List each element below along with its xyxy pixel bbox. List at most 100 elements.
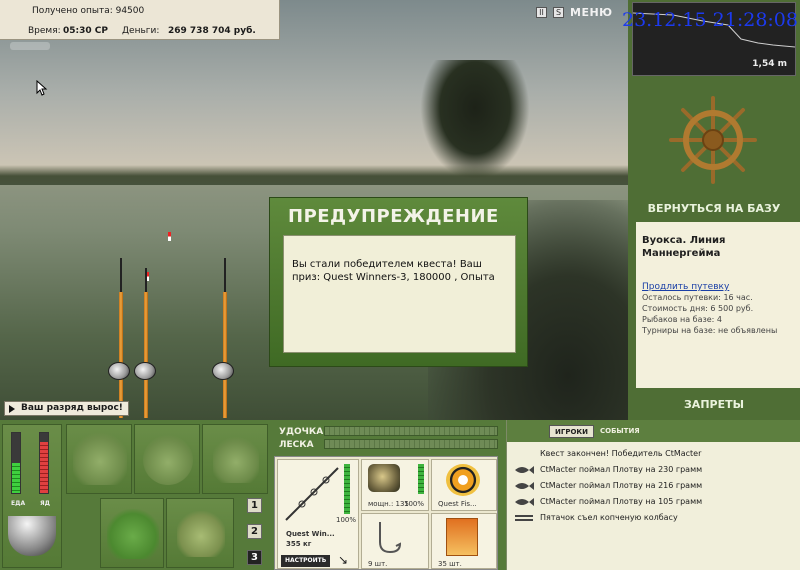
permit-remaining: Осталось путевки: 16 час.	[642, 293, 753, 302]
fish-icon	[515, 482, 534, 490]
poison-label: ЯД	[40, 500, 50, 507]
inventory-page-3[interactable]: 3	[247, 550, 262, 565]
bucket-slot[interactable]	[166, 498, 234, 568]
warning-dialog[interactable]: ПРЕДУПРЕЖДЕНИЕ Вы стали победителем квес…	[269, 197, 528, 367]
location-name: Вуокса. Линия Маннергейма	[642, 235, 726, 259]
island-tree	[420, 60, 530, 180]
watermark-logo	[10, 42, 50, 50]
rod-strength-bar	[324, 426, 498, 436]
event-text: CtMacter поймал Плотву на 105 грамм	[540, 497, 703, 506]
rank-up-badge[interactable]: Ваш разряд вырос!	[4, 401, 129, 416]
rod-icon	[285, 467, 339, 521]
food-meter	[11, 432, 21, 494]
pause-icon[interactable]: II	[536, 6, 547, 18]
event-row: Квест закончен! Победитель CtMacter	[513, 447, 797, 461]
chat-tabs: ИГРОКИ СОБЫТИЯ	[507, 420, 800, 442]
rod-2-tip	[145, 268, 147, 294]
rod-3[interactable]	[223, 292, 227, 418]
map-slot[interactable]	[202, 424, 268, 494]
fork-knife-icon	[515, 515, 533, 521]
rod-1-reel[interactable]	[108, 362, 130, 380]
rod-3-tip	[224, 258, 226, 294]
rod-1-tip	[120, 258, 122, 294]
rod-percent: 100%	[336, 516, 357, 524]
inventory-page-1[interactable]: 1	[247, 498, 262, 513]
money-label: Деньги:	[122, 26, 160, 36]
event-text: Квест закончен! Победитель CtMacter	[540, 449, 702, 458]
hook-icon	[379, 522, 402, 554]
event-text: Пятачок съел копченую колбасу	[540, 513, 678, 522]
timestamp-overlay: 23.12.15 21:28:08	[622, 9, 798, 31]
rod-2[interactable]	[144, 292, 148, 418]
food-basket-slot[interactable]	[100, 498, 164, 568]
dialog-body: Вы стали победителем квеста! Ваш приз: Q…	[283, 235, 516, 353]
sound-icon[interactable]: S	[553, 6, 564, 18]
reel-icon	[368, 464, 400, 492]
top-icons: II S МЕНЮ	[536, 4, 613, 20]
menu-label: МЕНЮ	[570, 5, 613, 19]
reel-percent: 100%	[404, 500, 425, 508]
money-value: 269 738 704 руб.	[168, 26, 256, 36]
rod-3-reel[interactable]	[212, 362, 234, 380]
tackle-box-slot[interactable]	[66, 424, 132, 494]
event-row: CtMacter поймал Плотву на 230 грамм	[513, 463, 797, 477]
far-shore-treeline	[0, 165, 628, 185]
menu-button[interactable]: МЕНЮ	[570, 6, 613, 19]
poison-meter-fill	[40, 442, 48, 493]
poison-meter	[39, 432, 49, 494]
event-row: CtMacter поймал Плотву на 216 грамм	[513, 479, 797, 493]
bans-button[interactable]: ЗАПРЕТЫ	[628, 398, 800, 411]
bait-bag-slot[interactable]	[134, 424, 200, 494]
time-label: Время:	[28, 26, 61, 36]
base-info-box: Вуокса. Линия Маннергейма Продлить путев…	[636, 222, 800, 388]
line-strength-label: ЛЕСКА	[279, 440, 314, 450]
tackle-setup-panel: 100% Quest Win... 355 кг НАСТРОИТЬ ↘ мощ…	[274, 456, 498, 570]
bait-bag-icon	[143, 435, 193, 485]
line-cell[interactable]: Quest Fis...	[431, 459, 497, 511]
events-panel: ИГРОКИ СОБЫТИЯ Квест закончен! Победител…	[506, 420, 800, 570]
food-pot-icon[interactable]	[8, 516, 56, 556]
event-text: CtMacter поймал Плотву на 216 грамм	[540, 481, 703, 490]
line-name: Quest Fis...	[438, 500, 477, 508]
rod-condition-bar	[344, 464, 350, 514]
reel-cell[interactable]: мощн.: 135 100%	[361, 459, 429, 511]
event-row: Пятачок съел копченую колбасу	[513, 511, 797, 525]
setup-button[interactable]: НАСТРОИТЬ	[281, 555, 331, 567]
ship-wheel-icon[interactable]	[668, 95, 758, 185]
bait-count: 35 шт.	[438, 560, 462, 568]
bait-pack-icon	[446, 518, 478, 556]
food-meter-fill	[12, 463, 20, 493]
tournaments-status: Турниры на базе: не объявлены	[642, 326, 778, 335]
anglers-count: Рыбаков на базе: 4	[642, 315, 722, 324]
rod-weight: 355 кг	[286, 540, 312, 548]
dialog-title: ПРЕДУПРЕЖДЕНИЕ	[288, 206, 499, 227]
line-strength-bar	[324, 439, 498, 449]
fish-icon	[515, 466, 534, 474]
return-to-base-button[interactable]: ВЕРНУТЬСЯ НА БАЗУ	[628, 202, 800, 215]
time-value: 05:30 СР	[63, 26, 108, 36]
experience-text: Получено опыта: 94500	[32, 6, 145, 16]
event-text: CtMacter поймал Плотву на 230 грамм	[540, 465, 703, 474]
float-1[interactable]	[168, 232, 171, 241]
extend-permit-link[interactable]: Продлить путевку	[642, 282, 794, 292]
inventory-page-2[interactable]: 2	[247, 524, 262, 539]
bait-cell[interactable]: 35 шт.	[431, 513, 497, 569]
tab-players[interactable]: ИГРОКИ	[549, 425, 594, 438]
rod-strength-label: УДОЧКА	[279, 427, 324, 437]
line-spool-icon	[446, 464, 480, 496]
rod-cell[interactable]: 100% Quest Win... 355 кг НАСТРОИТЬ ↘	[277, 459, 359, 569]
tackle-bag-icon	[73, 433, 127, 485]
player-stats-panel: Получено опыта: 94500 Время: 05:30 СР Де…	[0, 0, 280, 40]
cast-arrow-icon[interactable]: ↘	[338, 554, 348, 566]
rod-2-reel[interactable]	[134, 362, 156, 380]
food-basket-icon	[107, 509, 159, 559]
depth-value: 1,54 m	[752, 59, 787, 69]
dialog-message: Вы стали победителем квеста! Ваш приз: Q…	[292, 259, 495, 283]
rod-1[interactable]	[119, 292, 123, 418]
map-compass-icon	[213, 437, 259, 483]
right-panel: 1,54 m ВЕРНУТЬСЯ НА БАЗУ Вуокса. Линия М…	[628, 0, 800, 420]
tab-events[interactable]: СОБЫТИЯ	[595, 425, 645, 438]
bucket-icon	[177, 511, 225, 557]
hook-cell[interactable]: 9 шт.	[361, 513, 429, 569]
arrow-right-icon	[9, 405, 15, 413]
